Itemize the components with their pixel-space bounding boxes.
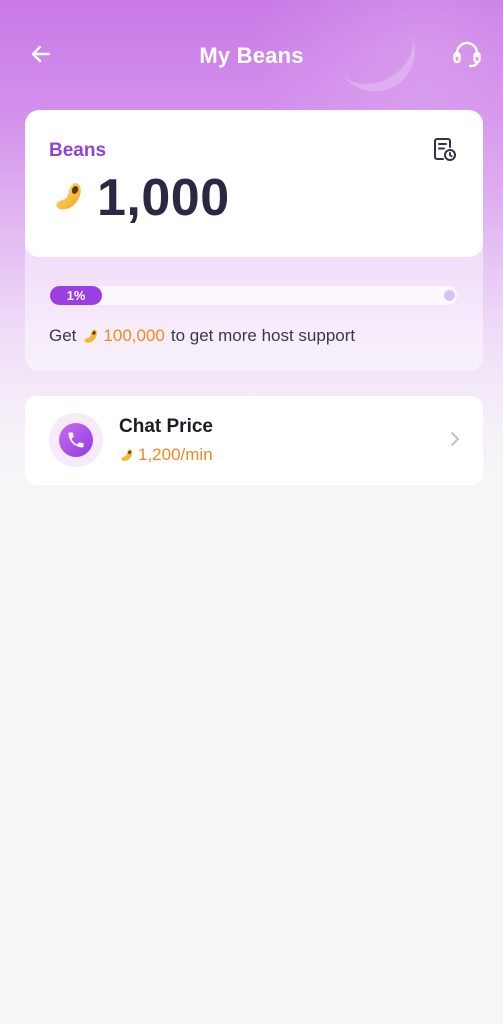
bean-icon (82, 327, 100, 345)
back-button[interactable] (26, 41, 56, 71)
beans-card: Beans 1,000 1% Get 100,000 to get more h… (25, 110, 483, 371)
bean-record-button[interactable] (429, 136, 459, 166)
balance-row: 1,000 (51, 168, 230, 228)
headset-icon (450, 37, 484, 76)
beans-balance: 1,000 (97, 169, 230, 227)
beans-label: Beans (49, 140, 107, 161)
host-support-hint: Get 100,000 to get more host support (49, 326, 355, 346)
page-title: My Beans (199, 43, 304, 68)
progress-end-dot (444, 290, 455, 301)
beans-balance-panel: Beans 1,000 (25, 110, 483, 257)
chat-price-value: 1,200/min (138, 445, 213, 464)
chat-price-item[interactable]: Chat Price 1,200/min (25, 396, 483, 485)
customer-support-button[interactable] (449, 38, 485, 74)
progress-fill: 1% (50, 286, 102, 305)
hint-prefix: Get (49, 326, 77, 345)
bean-icon (51, 178, 87, 219)
chevron-right-icon (449, 430, 461, 453)
bean-icon (119, 447, 135, 463)
chat-price-value-row: 1,200/min (119, 445, 213, 465)
arrow-left-icon (29, 42, 53, 71)
host-support-progress-bar: 1% (50, 286, 457, 305)
record-icon (431, 136, 457, 167)
hint-suffix: to get more host support (170, 326, 356, 345)
top-bar: My Beans (0, 0, 503, 112)
progress-percent: 1% (66, 288, 86, 303)
hint-amount: 100,000 (103, 326, 165, 345)
chat-price-title: Chat Price (119, 416, 213, 437)
chat-price-icon-container (49, 413, 103, 467)
phone-icon (59, 423, 93, 457)
